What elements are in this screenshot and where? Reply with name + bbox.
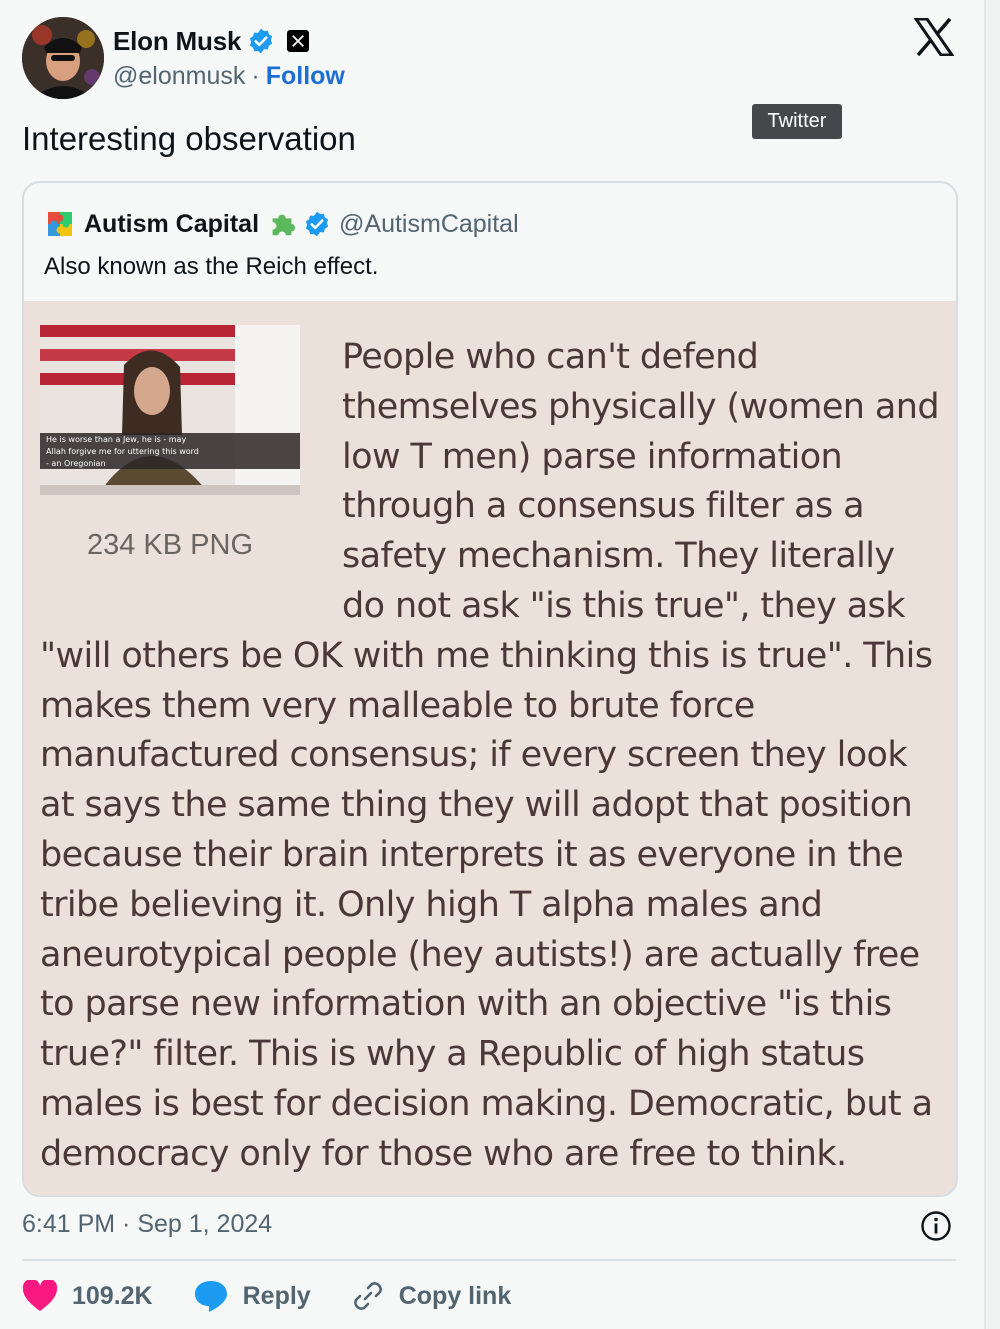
like-count: 109.2K: [72, 1281, 153, 1310]
quoted-tweet-header: Autism Capital @AutismCapital: [44, 205, 519, 243]
quoted-author-name: Autism Capital: [84, 209, 260, 238]
quoted-media-image[interactable]: He is worse than a Jew, he is - may Alla…: [24, 301, 956, 1195]
verified-badge-icon: [305, 211, 329, 237]
info-icon[interactable]: [920, 1210, 952, 1242]
action-bar: 109.2K Reply Copy link: [22, 1275, 551, 1317]
x-logo-icon[interactable]: [914, 18, 954, 56]
reply-bubble-icon: [194, 1281, 227, 1312]
twitter-tooltip: Twitter: [752, 104, 842, 139]
quoted-tweet[interactable]: Autism Capital @AutismCapital Also known…: [22, 181, 958, 1197]
author-handle[interactable]: @elonmusk: [113, 62, 245, 91]
copy-link-button[interactable]: Copy link: [351, 1279, 512, 1313]
author-handle-row: @elonmusk · Follow: [113, 62, 345, 91]
author-name-row: Elon Musk: [113, 24, 310, 58]
green-puzzle-icon: [272, 214, 296, 236]
meme-float-spacer: [40, 333, 342, 588]
reply-label: Reply: [242, 1281, 311, 1310]
heart-icon: [22, 1280, 58, 1311]
handle-separator: ·: [251, 62, 260, 90]
quoted-author-handle: @AutismCapital: [339, 209, 519, 238]
divider: [22, 1259, 956, 1261]
tweet-text: Interesting observation: [22, 120, 356, 157]
tweet-timestamp[interactable]: 6:41 PM · Sep 1, 2024: [22, 1210, 272, 1239]
reply-button[interactable]: Reply: [193, 1279, 311, 1313]
like-button[interactable]: 109.2K: [22, 1280, 153, 1312]
copy-link-label: Copy link: [398, 1281, 512, 1310]
author-name[interactable]: Elon Musk: [113, 26, 241, 57]
x-affiliation-badge-icon[interactable]: [287, 30, 310, 52]
tweet-card: Elon Musk @elonmusk · Follow Twitter Int…: [0, 0, 986, 1329]
verified-badge-icon: [250, 28, 273, 54]
follow-button[interactable]: Follow: [266, 62, 345, 91]
puzzle-avatar-icon: [48, 212, 72, 236]
meme-text-block: People who can't defend themselves physi…: [24, 301, 956, 1195]
quoted-tweet-text: Also known as the Reich effect.: [44, 253, 379, 280]
avatar[interactable]: [22, 17, 104, 99]
link-icon: [353, 1282, 382, 1310]
